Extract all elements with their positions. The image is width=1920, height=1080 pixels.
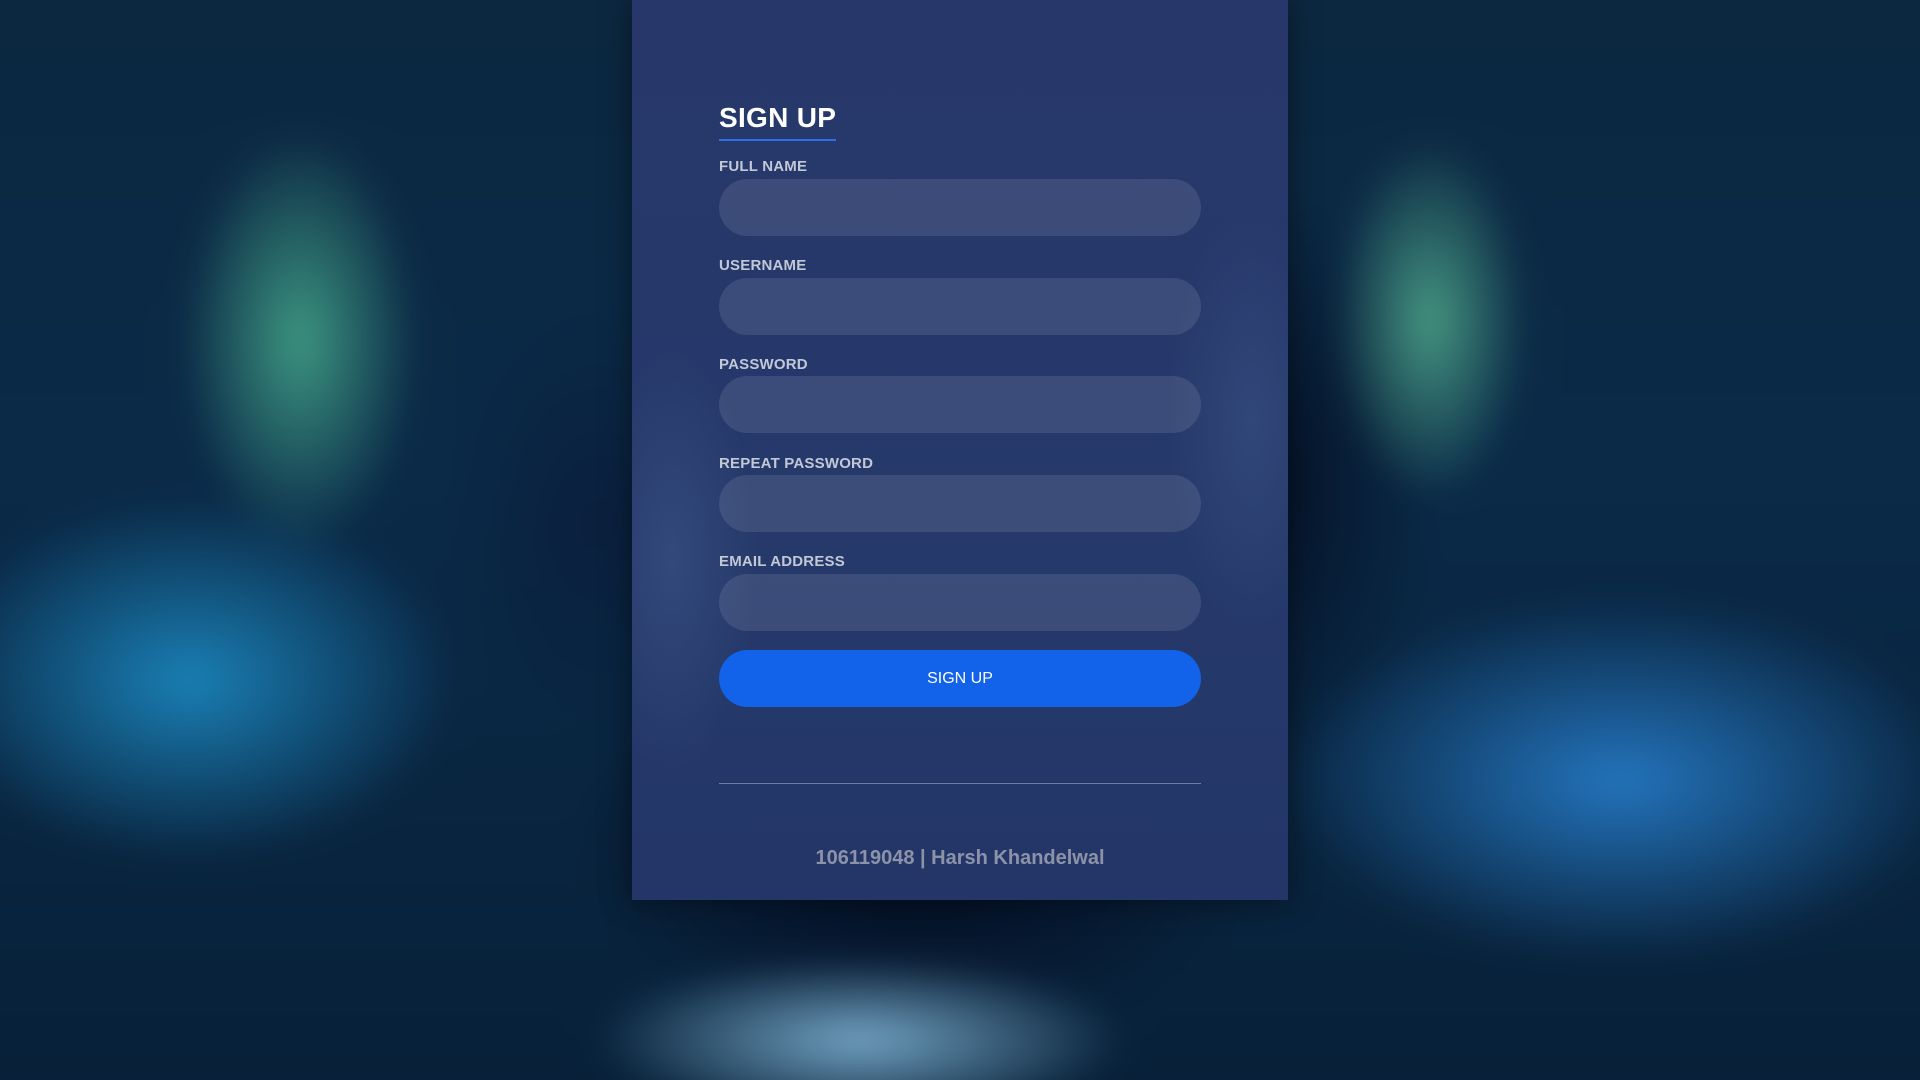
divider <box>719 783 1201 784</box>
full-name-label: FULL NAME <box>719 158 808 175</box>
repeat-password-label: REPEAT PASSWORD <box>719 455 874 472</box>
repeat-password-input[interactable] <box>719 475 1201 532</box>
email-address-label: EMAIL ADDRESS <box>719 553 845 570</box>
sign-up-button[interactable]: SIGN UP <box>719 650 1201 707</box>
footer-credit: 106119048 | Harsh Khandelwal <box>815 847 1105 869</box>
username-input[interactable] <box>719 278 1201 335</box>
form-title: SIGN UP <box>719 102 837 141</box>
username-label: USERNAME <box>719 257 807 274</box>
password-input[interactable] <box>719 376 1201 433</box>
full-name-input[interactable] <box>719 179 1201 236</box>
signup-card: SIGN UP FULL NAME USERNAME PASSWORD REPE… <box>632 0 1288 900</box>
password-label: PASSWORD <box>719 356 808 373</box>
email-address-input[interactable] <box>719 574 1201 631</box>
